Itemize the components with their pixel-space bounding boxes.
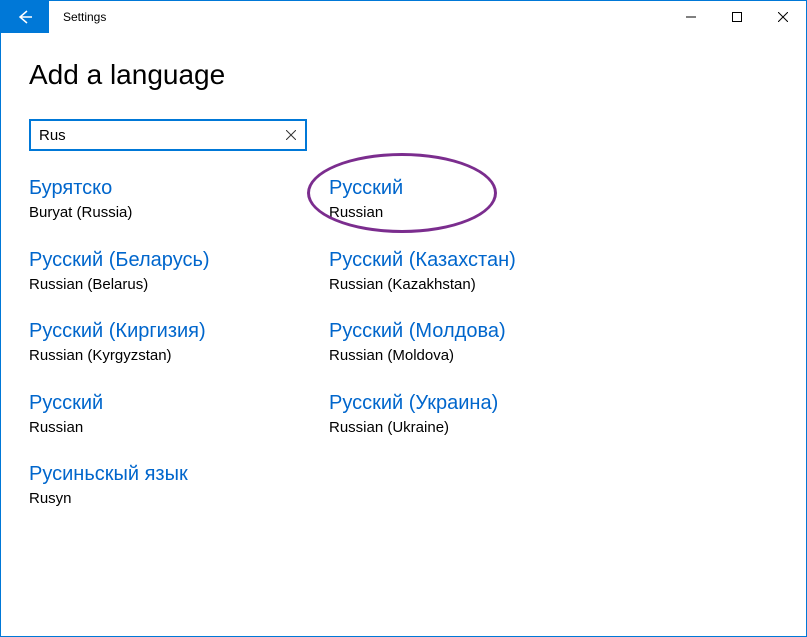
language-item[interactable]: Русский Russian <box>329 175 629 223</box>
arrow-left-icon <box>17 9 33 25</box>
language-localized-name: Russian <box>29 418 329 438</box>
minimize-button[interactable] <box>668 1 714 33</box>
language-localized-name: Russian <box>329 203 629 223</box>
language-item[interactable]: Русиньскый язык Rusyn <box>29 461 329 509</box>
language-native-name: Русский (Киргизия) <box>29 318 329 344</box>
language-item[interactable]: Русский (Киргизия) Russian (Kyrgyzstan) <box>29 318 329 366</box>
close-icon <box>778 12 788 22</box>
language-item[interactable]: Русский (Молдова) Russian (Moldova) <box>329 318 629 366</box>
title-bar: Settings <box>1 1 806 33</box>
language-item[interactable]: Русский (Украина) Russian (Ukraine) <box>329 390 629 438</box>
language-native-name: Русский <box>329 175 629 201</box>
maximize-button[interactable] <box>714 1 760 33</box>
language-native-name: Бурятско <box>29 175 329 201</box>
language-native-name: Русский <box>29 390 329 416</box>
language-localized-name: Russian (Ukraine) <box>329 418 629 438</box>
window-title: Settings <box>49 1 106 33</box>
language-localized-name: Russian (Belarus) <box>29 275 329 295</box>
language-item[interactable]: Русский Russian <box>29 390 329 438</box>
page-content: Add a language Бурятско Buryat (Russia) … <box>1 33 806 509</box>
language-localized-name: Buryat (Russia) <box>29 203 329 223</box>
language-native-name: Русский (Казахстан) <box>329 247 629 273</box>
language-localized-name: Russian (Kazakhstan) <box>329 275 629 295</box>
x-icon <box>286 130 296 140</box>
minimize-icon <box>686 12 696 22</box>
language-item[interactable]: Русский (Казахстан) Russian (Kazakhstan) <box>329 247 629 295</box>
page-title: Add a language <box>29 59 778 91</box>
language-item[interactable]: Бурятско Buryat (Russia) <box>29 175 329 223</box>
close-button[interactable] <box>760 1 806 33</box>
language-item[interactable]: Русский (Беларусь) Russian (Belarus) <box>29 247 329 295</box>
language-localized-name: Rusyn <box>29 489 329 509</box>
maximize-icon <box>732 12 742 22</box>
search-field-wrapper <box>29 119 307 151</box>
window-controls <box>668 1 806 33</box>
language-native-name: Русиньскый язык <box>29 461 329 487</box>
search-input[interactable] <box>29 119 307 151</box>
back-button[interactable] <box>1 1 49 33</box>
language-native-name: Русский (Украина) <box>329 390 629 416</box>
clear-search-button[interactable] <box>275 119 307 151</box>
language-grid: Бурятско Buryat (Russia) Русский Russian… <box>29 175 778 509</box>
language-native-name: Русский (Молдова) <box>329 318 629 344</box>
language-localized-name: Russian (Kyrgyzstan) <box>29 346 329 366</box>
language-localized-name: Russian (Moldova) <box>329 346 629 366</box>
language-native-name: Русский (Беларусь) <box>29 247 329 273</box>
